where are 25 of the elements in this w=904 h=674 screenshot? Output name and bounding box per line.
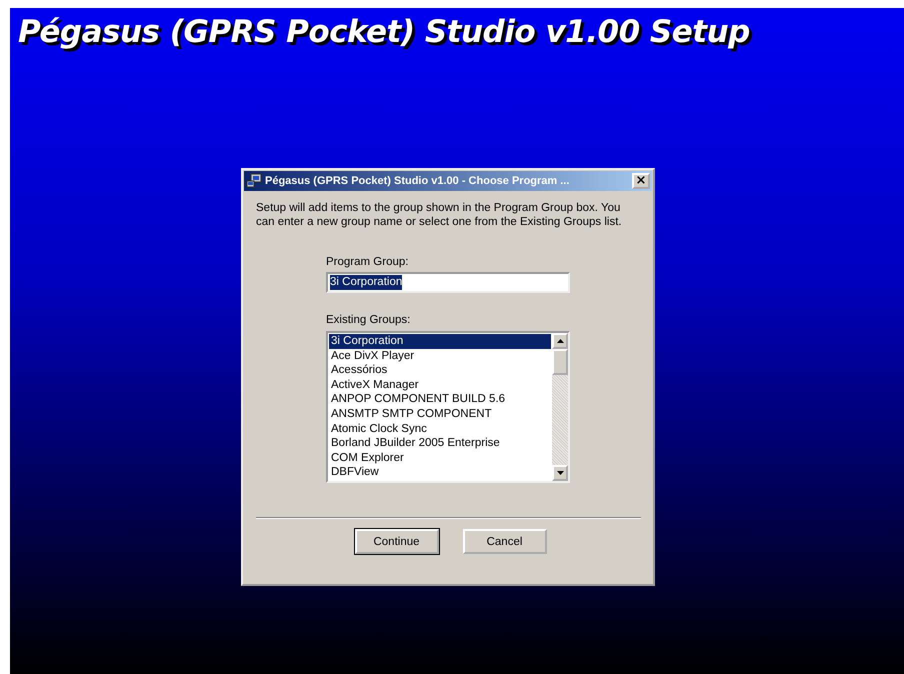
dialog-button[interactable]: Cancel: [462, 529, 546, 554]
program-group-label: Program Group:: [326, 255, 408, 269]
group-item[interactable]: 3i Corporation: [329, 334, 551, 349]
group-item[interactable]: Acessórios: [329, 363, 551, 378]
existing-groups-label: Existing Groups:: [326, 313, 410, 327]
group-item[interactable]: ANSMTP SMTP COMPONENT: [329, 406, 551, 422]
scroll-thumb[interactable]: [552, 349, 568, 375]
scroll-down-button[interactable]: [552, 465, 568, 481]
group-item[interactable]: COM Explorer: [329, 450, 551, 466]
group-item[interactable]: Ace DivX Player: [329, 348, 551, 364]
computer-icon: [246, 173, 262, 189]
group-item[interactable]: Borland JBuilder 2005 Enterprise: [329, 436, 551, 451]
group-item[interactable]: ANPOP COMPONENT BUILD 5.6: [329, 392, 551, 407]
group-item[interactable]: Atomic Clock Sync: [329, 422, 551, 436]
close-button[interactable]: ×: [632, 173, 650, 189]
scroll-up-button[interactable]: [552, 333, 568, 349]
dialog-title: Pégasus (GPRS Pocket) Studio v1.00 - Choose Program ...: [265, 175, 570, 187]
program-group-field[interactable]: 3i Corporation: [326, 272, 570, 293]
dialog-button[interactable]: Continue: [354, 529, 438, 554]
setup-title: Pégasus (GPRS Pocket) Studio v1.00 Setup: [17, 13, 750, 50]
up-arrow-icon: [556, 339, 564, 343]
intro-text: Setup will add items to the group shown in the Program Group box. You can enter a new group name or select one from the Existing Groups list.: [256, 201, 623, 229]
down-arrow-icon: [556, 471, 564, 475]
group-item[interactable]: DBFView: [329, 465, 551, 480]
group-item[interactable]: ActiveX Manager: [329, 378, 551, 392]
